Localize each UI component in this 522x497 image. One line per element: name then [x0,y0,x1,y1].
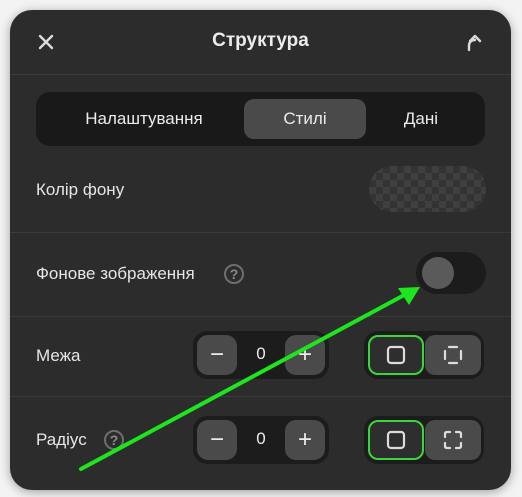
toggle-knob [422,257,454,289]
help-icon[interactable]: ? [224,264,244,284]
radius-stepper: − 0 + [193,416,329,464]
radius-decrement-button[interactable]: − [197,420,237,460]
panel-header: Структура [10,10,511,75]
radius-value[interactable]: 0 [237,429,285,449]
radius-individual-corners-button[interactable] [425,420,481,460]
help-icon[interactable]: ? [104,430,124,450]
radius-label: Радіус [36,430,87,449]
background-image-label: Фонове зображення [36,264,195,283]
tab-data[interactable]: Дані [366,99,476,139]
square-icon [386,430,406,450]
radius-increment-button[interactable]: + [285,420,325,460]
panel-title: Структура [212,30,309,51]
structure-panel: Структура Налаштування Стилі Дані Колір … [10,10,511,490]
tab-settings[interactable]: Налаштування [44,99,244,139]
border-label: Межа [36,346,81,365]
dashed-square-icon [443,345,463,365]
border-individual-sides-button[interactable] [425,335,481,375]
divider [10,316,511,317]
tab-switcher: Налаштування Стилі Дані [36,92,485,146]
popout-arrow-icon [467,34,482,52]
popout-button[interactable] [462,30,486,54]
background-color-label: Колір фону [36,180,125,199]
border-increment-button[interactable]: + [285,335,325,375]
radius-mode-switch [364,416,484,464]
corners-icon [443,430,463,450]
divider [10,232,511,233]
border-decrement-button[interactable]: − [197,335,237,375]
square-icon [386,345,406,365]
divider [10,396,511,397]
background-image-toggle[interactable] [416,252,486,294]
background-color-swatch[interactable] [369,166,486,212]
border-all-sides-button[interactable] [368,335,424,375]
border-stepper: − 0 + [193,331,329,379]
tab-styles[interactable]: Стилі [244,99,366,139]
border-mode-switch [364,331,484,379]
radius-all-corners-button[interactable] [368,420,424,460]
border-value[interactable]: 0 [237,344,285,364]
